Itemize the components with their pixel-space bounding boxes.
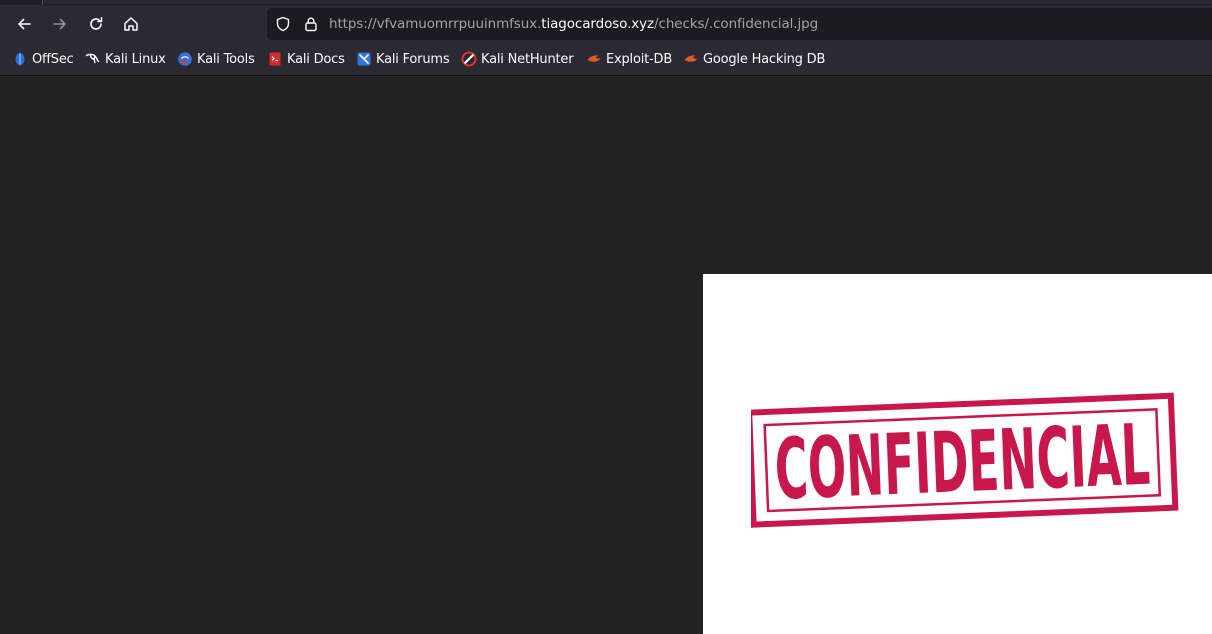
kali-docs-icon (269, 52, 281, 66)
url-bar[interactable]: https://vfvamuomrrpuuinmfsux.tiagocardos… (267, 8, 1212, 40)
ghdb-icon (684, 55, 698, 62)
bookmark-label: Kali Tools (197, 51, 255, 67)
shield-icon[interactable] (275, 16, 291, 32)
bookmark-label: Kali Docs (287, 51, 345, 67)
url-path: /checks/.confidencial.jpg (654, 16, 819, 32)
bookmark-label: Kali Forums (376, 51, 450, 67)
stamp-text: CONFIDENCIAL (773, 406, 1152, 519)
bookmark-label: Exploit-DB (606, 51, 673, 67)
home-button[interactable] (115, 8, 147, 40)
bookmark-kali-docs[interactable]: Kali Docs (267, 50, 345, 68)
back-button[interactable] (8, 8, 40, 40)
bookmark-kali-nethunter[interactable]: Kali NetHunter (461, 50, 574, 68)
url-text[interactable]: https://vfvamuomrrpuuinmfsux.tiagocardos… (329, 15, 818, 33)
kali-forums-icon (357, 52, 371, 66)
bookmark-kali-forums[interactable]: Kali Forums (356, 50, 450, 68)
bookmark-label: Kali NetHunter (481, 51, 574, 67)
bookmark-offsec[interactable]: OffSec (12, 50, 74, 68)
active-tab-edge[interactable] (44, 0, 1212, 4)
arrow-left-icon (18, 18, 31, 30)
home-icon (124, 17, 138, 31)
bookmarks-toolbar: OffSec Kali Linux Kali Tools Kali Docs K… (0, 43, 1212, 76)
page-content: CONFIDENCIAL (0, 76, 1212, 634)
forward-button[interactable] (44, 8, 76, 40)
kali-dragon-icon (85, 53, 100, 64)
bookmark-label: Kali Linux (105, 51, 166, 67)
navigation-toolbar: https://vfvamuomrrpuuinmfsux.tiagocardos… (0, 5, 1212, 43)
offsec-icon (15, 52, 25, 66)
arrow-right-icon (53, 18, 66, 30)
bookmark-google-hacking-db[interactable]: Google Hacking DB (683, 50, 825, 68)
confidencial-image[interactable]: CONFIDENCIAL (703, 274, 1212, 634)
reload-icon (90, 17, 103, 30)
url-host: tiagocardoso.xyz (541, 16, 655, 32)
bookmark-exploit-db[interactable]: Exploit-DB (586, 50, 672, 68)
nethunter-icon (461, 51, 477, 67)
reload-button[interactable] (80, 8, 112, 40)
url-prefix: https://vfvamuomrrpuuinmfsux. (329, 16, 542, 32)
browser-window: https://vfvamuomrrpuuinmfsux.tiagocardos… (0, 0, 1212, 634)
exploit-db-icon (587, 55, 601, 62)
confidencial-stamp: CONFIDENCIAL (751, 392, 1179, 528)
bookmark-label: OffSec (32, 51, 74, 67)
bookmark-kali-linux[interactable]: Kali Linux (85, 50, 166, 68)
bookmark-kali-tools[interactable]: Kali Tools (177, 50, 255, 68)
bookmark-label: Google Hacking DB (703, 51, 826, 67)
lock-icon[interactable] (303, 16, 319, 32)
kali-tools-icon (178, 52, 192, 66)
